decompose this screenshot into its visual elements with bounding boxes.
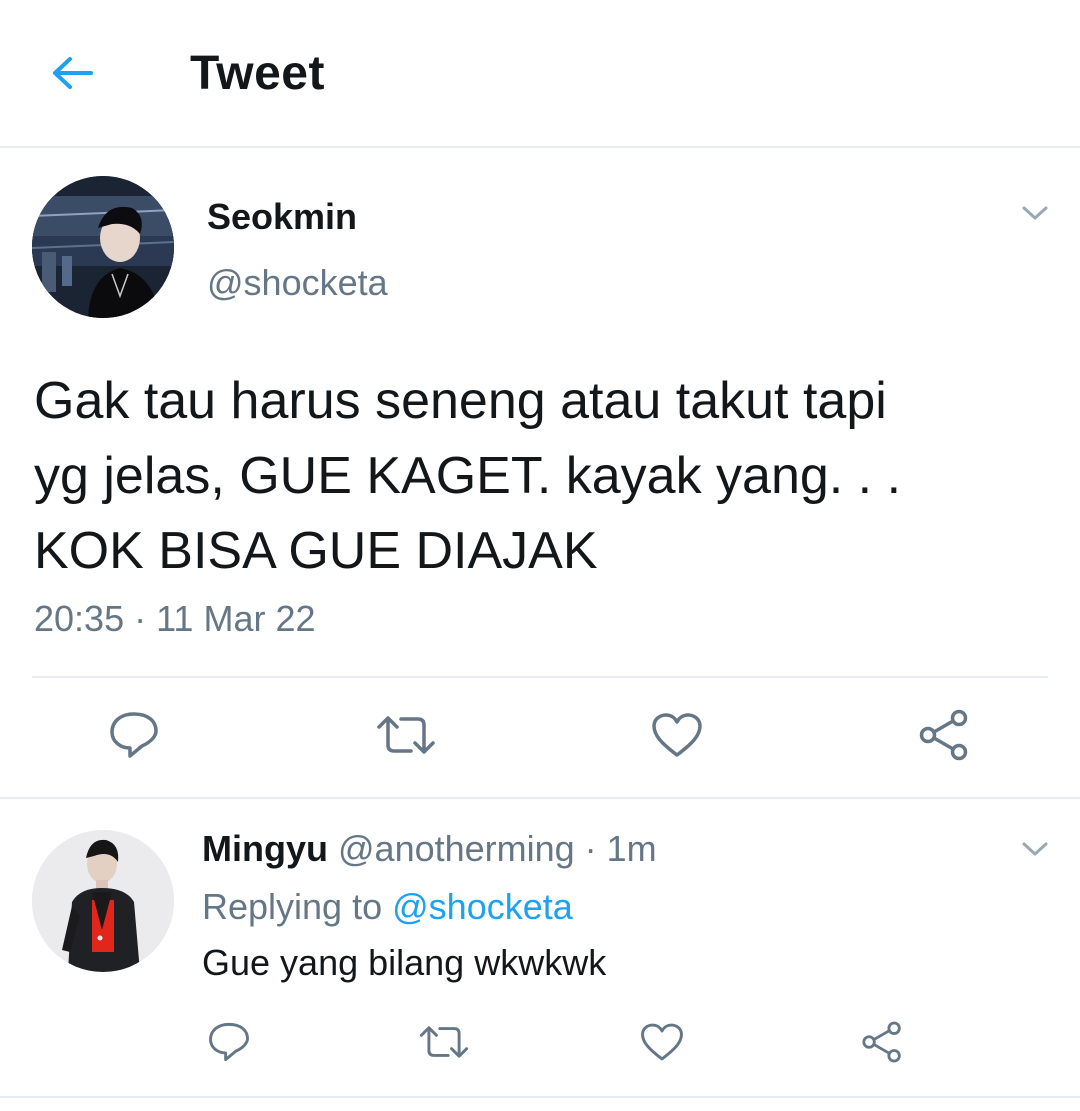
tweet-menu-button[interactable] xyxy=(1015,200,1055,230)
like-icon xyxy=(651,712,703,763)
tweet-text: Gak tau harus seneng atau takut tapi yg … xyxy=(34,364,1044,589)
reply-handle-time[interactable]: @anotherming · 1m xyxy=(338,828,657,869)
author-avatar[interactable] xyxy=(32,176,174,318)
retweet-button[interactable] xyxy=(371,705,441,769)
share-button[interactable] xyxy=(856,1018,908,1070)
top-app-bar: Tweet xyxy=(0,0,1080,148)
arrow-left-icon xyxy=(51,55,95,96)
replying-to-line: Replying to @shocketa xyxy=(202,886,573,928)
reply-display-name[interactable]: Mingyu xyxy=(202,828,328,869)
chevron-down-icon xyxy=(1020,203,1050,228)
reply-text: Gue yang bilang wkwkwk xyxy=(202,942,607,983)
reply-author-avatar[interactable] xyxy=(32,830,174,972)
tweet-timestamp: 20:35 · 11 Mar 22 xyxy=(34,598,316,639)
replying-to-mention[interactable]: @shocketa xyxy=(392,886,573,927)
author-handle[interactable]: @shocketa xyxy=(207,262,388,304)
divider xyxy=(0,797,1080,799)
reply-header: Mingyu @anotherming · 1m xyxy=(202,828,657,870)
retweet-icon xyxy=(375,713,437,762)
reply-button[interactable] xyxy=(102,705,166,769)
retweet-button[interactable] xyxy=(416,1018,472,1070)
divider xyxy=(0,1096,1080,1098)
reply-icon xyxy=(108,710,160,765)
chevron-down-icon xyxy=(1020,839,1050,864)
reply-action-bar xyxy=(0,1018,1080,1070)
replying-to-label: Replying to xyxy=(202,886,383,927)
page-title: Tweet xyxy=(190,47,325,100)
reply-icon xyxy=(207,1021,251,1068)
share-button[interactable] xyxy=(912,705,976,769)
like-button[interactable] xyxy=(636,1018,688,1070)
reply-button[interactable] xyxy=(204,1018,254,1070)
back-button[interactable] xyxy=(46,50,100,100)
share-icon xyxy=(917,709,971,766)
like-icon xyxy=(640,1022,684,1067)
author-display-name[interactable]: Seokmin xyxy=(207,196,357,238)
divider xyxy=(32,676,1048,678)
tweet-text-line: Gak tau harus seneng atau takut tapi xyxy=(34,372,887,430)
retweet-icon xyxy=(418,1023,470,1066)
tweet-text-line: yg jelas, GUE KAGET. kayak yang. . . xyxy=(34,447,902,505)
tweet-action-bar xyxy=(0,705,1080,769)
tweet-text-line: KOK BISA GUE DIAJAK xyxy=(34,522,598,580)
share-icon xyxy=(860,1021,904,1068)
reply-menu-button[interactable] xyxy=(1015,836,1055,866)
like-button[interactable] xyxy=(645,705,709,769)
